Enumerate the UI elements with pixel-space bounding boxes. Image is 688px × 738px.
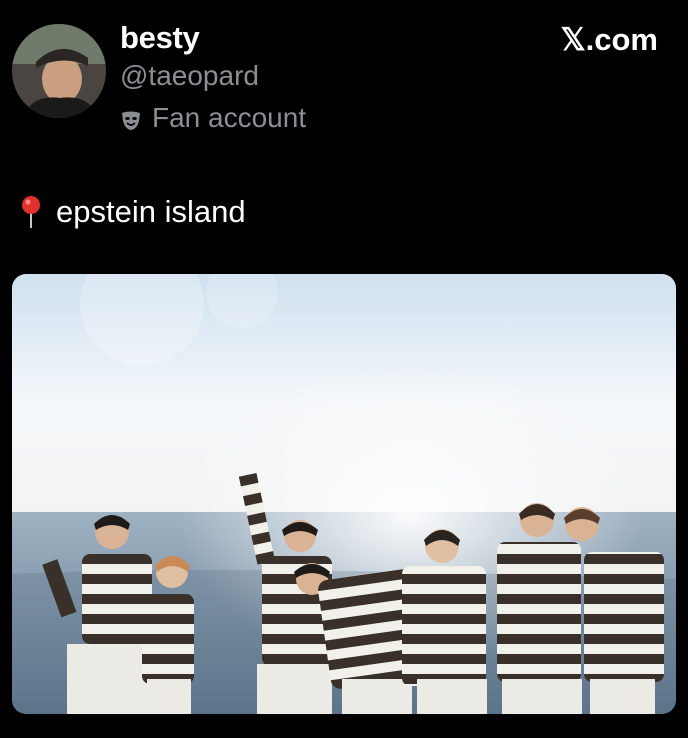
display-name[interactable]: besty — [120, 20, 200, 56]
post-text: epstein island — [18, 194, 246, 230]
source-label: 𝕏.com — [560, 22, 658, 57]
username-handle[interactable]: @taeopard — [120, 60, 259, 92]
theater-mask-icon — [120, 107, 142, 130]
account-label: Fan account — [120, 102, 306, 134]
round-pushpin-icon — [18, 195, 44, 229]
account-label-text: Fan account — [152, 102, 307, 133]
post-photo[interactable] — [12, 274, 676, 714]
avatar[interactable] — [12, 24, 106, 118]
post-text-content: epstein island — [56, 194, 246, 229]
